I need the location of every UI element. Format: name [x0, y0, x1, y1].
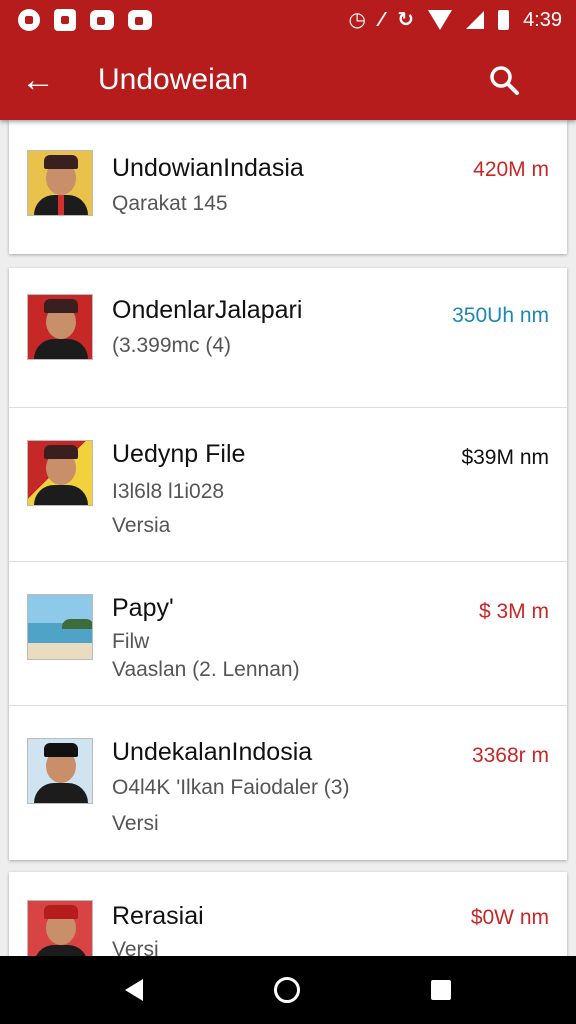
message-icon — [90, 10, 114, 30]
item-subtitle: (3.399mc (4) — [112, 334, 232, 357]
app-bar: ◷ ⁄ ↻ 4:39 ← Undoweian — [0, 0, 576, 120]
video-icon — [128, 10, 152, 30]
list-card: UndowianIndasia Qarakat 145 420M m — [9, 120, 567, 254]
item-version: Vaaslan (2. Lennan) — [112, 658, 300, 681]
item-size: $39M nm — [461, 446, 549, 469]
status-system: ◷ ⁄ ↻ 4:39 — [349, 9, 563, 32]
item-size: 3368r m — [471, 744, 549, 767]
nav-recents-icon[interactable] — [430, 980, 451, 1000]
battery-icon — [498, 10, 510, 30]
list-item[interactable]: Rerasiai Versi $0W nm — [9, 872, 567, 956]
back-button[interactable]: ← — [2, 40, 74, 120]
thumbnail — [27, 900, 93, 956]
item-title: UndowianIndasia — [112, 154, 304, 182]
image-icon — [54, 9, 76, 31]
list-item[interactable]: Uedynp File I3l6l8 l1i028 Versia $39M nm — [9, 408, 567, 562]
nav-back-icon[interactable] — [125, 979, 144, 1001]
navigation-bar — [0, 956, 576, 1024]
item-title: OndenlarJalapari — [112, 296, 303, 324]
item-version: Versi — [112, 812, 159, 835]
search-button[interactable] — [468, 40, 540, 120]
item-title: Rerasiai — [112, 902, 204, 930]
item-subtitle: Filw — [112, 630, 150, 653]
item-version: Versia — [112, 514, 171, 537]
data-saver-icon: ↻ — [397, 9, 415, 31]
list-item[interactable]: UndekalanIndosia O4l4K 'Ilkan Faiodaler … — [9, 706, 567, 860]
page-title: Undoweian — [98, 63, 249, 96]
list-item[interactable]: Papy' Filw Vaaslan (2. Lennan) $ 3M m — [9, 562, 567, 706]
thumbnail — [27, 150, 93, 216]
list-card: OndenlarJalapari (3.399mc (4) 350Uh nm U… — [9, 268, 567, 860]
item-subtitle: Versi — [112, 938, 159, 956]
item-title: UndekalanIndosia — [112, 738, 313, 766]
item-size: $0W nm — [470, 906, 549, 929]
alarm-icon: ◷ — [348, 9, 366, 31]
list-item[interactable]: UndowianIndasia Qarakat 145 420M m — [9, 120, 567, 254]
status-time: 4:39 — [523, 8, 562, 31]
thumbnail — [27, 294, 93, 360]
toolbar: ← Undoweian — [0, 40, 576, 120]
thumbnail — [27, 738, 93, 804]
file-list[interactable]: UndowianIndasia Qarakat 145 420M m Onden… — [0, 120, 576, 956]
item-subtitle: Qarakat 145 — [112, 192, 228, 215]
status-bar: ◷ ⁄ ↻ 4:39 — [0, 0, 576, 40]
item-title: Papy' — [112, 594, 174, 622]
item-subtitle: O4l4K 'Ilkan Faiodaler (3) — [112, 776, 350, 799]
list-item[interactable]: OndenlarJalapari (3.399mc (4) 350Uh nm — [9, 268, 567, 408]
item-size: 350Uh nm — [452, 304, 549, 327]
nav-home-icon[interactable] — [273, 977, 300, 1003]
item-subtitle: I3l6l8 l1i028 — [112, 480, 225, 503]
item-title: Uedynp File — [112, 440, 246, 468]
arrow-back-icon: ← — [21, 60, 55, 99]
app-notification-icon — [18, 9, 40, 31]
wifi-icon — [428, 10, 453, 30]
no-sim-icon: ⁄ — [379, 9, 384, 31]
list-card: Rerasiai Versi $0W nm — [9, 872, 567, 956]
search-icon — [490, 66, 519, 95]
item-size: 420M m — [473, 158, 549, 181]
signal-icon — [466, 11, 485, 29]
thumbnail — [27, 594, 93, 660]
status-notifications — [18, 9, 152, 31]
thumbnail — [27, 440, 93, 506]
item-size: $ 3M m — [478, 600, 549, 623]
